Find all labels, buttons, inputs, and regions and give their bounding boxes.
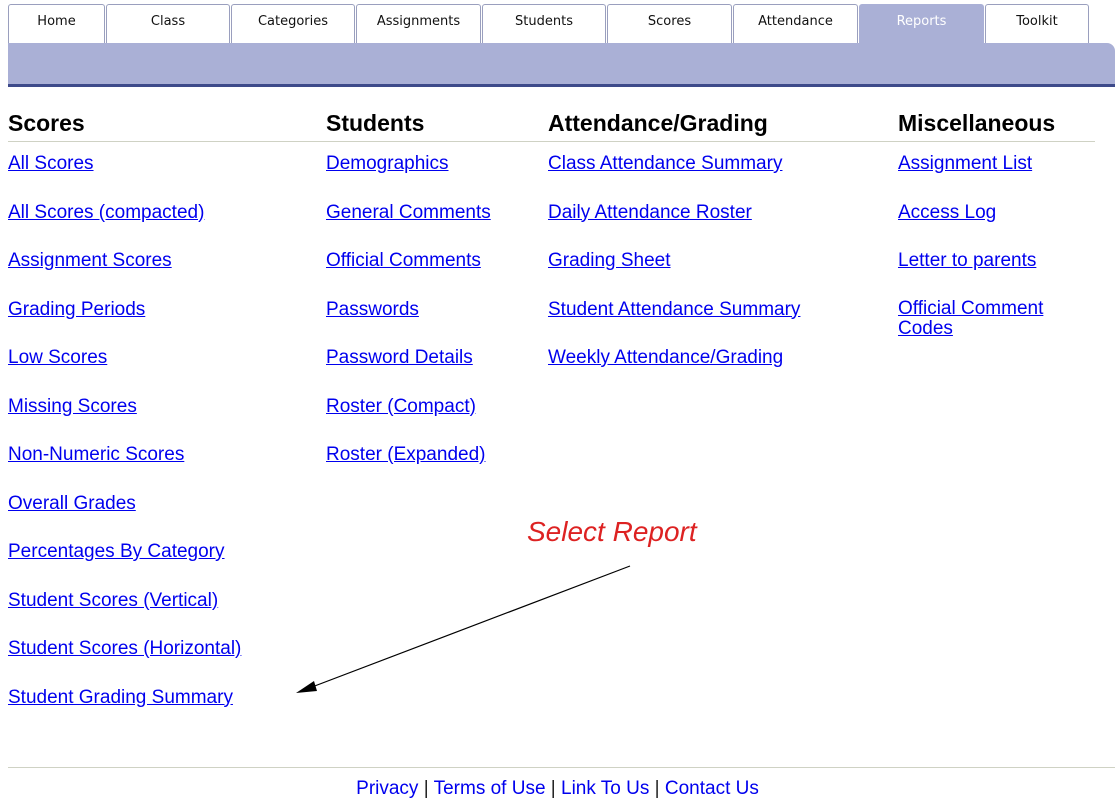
annotation-arrow-icon bbox=[296, 565, 631, 693]
footer: Privacy | Terms of Use | Link To Us | Co… bbox=[0, 778, 1115, 800]
footer-divider bbox=[8, 767, 1115, 768]
